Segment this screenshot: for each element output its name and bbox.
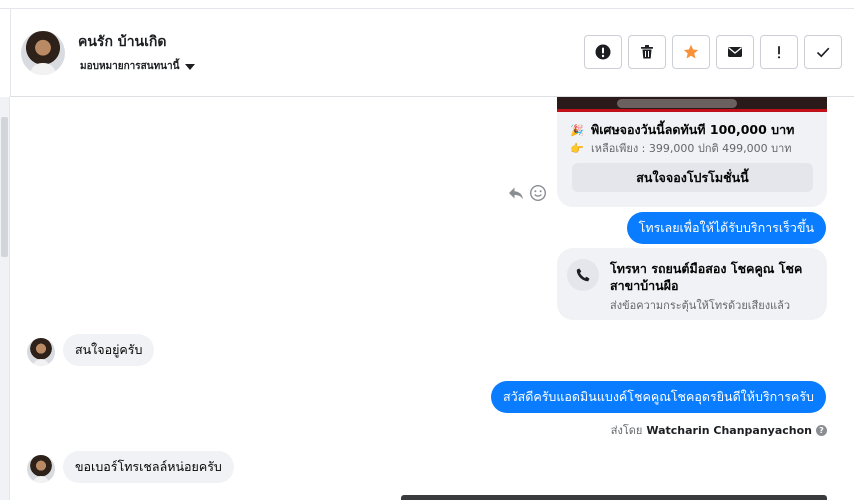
party-popper-icon: 🎉: [570, 123, 584, 137]
contact-avatar-small[interactable]: [27, 338, 55, 366]
caret-down-icon: [185, 63, 196, 70]
sent-by-label: ส่งโดย Watcharin Chanpanyachon ?: [611, 421, 827, 439]
scrollbar-thumb[interactable]: [1, 117, 8, 257]
phone-icon: [567, 259, 599, 291]
star-icon: [683, 44, 699, 59]
promo-price: เหลือเพียง : 399,000 ปกติ 499,000 บาท: [591, 142, 792, 155]
contact-avatar[interactable]: [21, 31, 65, 75]
sent-by-prefix: ส่งโดย: [610, 424, 643, 437]
reply-icon[interactable]: [507, 184, 525, 202]
message-bubble-incoming[interactable]: สนใจอยู่ครับ: [63, 334, 155, 366]
contact-name[interactable]: คนรัก บ้านเกิด: [78, 31, 166, 53]
assign-conversation-dropdown[interactable]: มอบหมายการสนทนานี้: [80, 59, 196, 74]
promo-card: 🎉 พิเศษจองวันนี้ลดทันที 100,000 บาท 👉 เห…: [557, 97, 827, 207]
sent-by-name: Watcharin Chanpanyachon: [646, 423, 812, 437]
help-icon[interactable]: ?: [816, 424, 827, 436]
header-actions: [584, 35, 842, 69]
smiley-icon[interactable]: [529, 184, 547, 202]
conversation-header: คนรัก บ้านเกิด มอบหมายการสนทนานี้: [10, 9, 854, 97]
pointing-hand-icon: 👉: [570, 141, 584, 155]
message-hover-actions: [507, 184, 547, 202]
message-thread: 🎉 พิเศษจองวันนี้ลดทันที 100,000 บาท 👉 เห…: [11, 97, 854, 500]
message-bubble-outgoing[interactable]: สวัสดีครับแอดมินแบงค์โชคคูณโชคอุดรยินดีใ…: [490, 381, 826, 413]
trash-icon: [641, 45, 653, 59]
promo-headline-row: 🎉 พิเศษจองวันนี้ลดทันที 100,000 บาท: [570, 120, 794, 140]
move-to-inbox-button[interactable]: [716, 35, 754, 69]
check-icon: [816, 47, 830, 58]
call-card-title: โทรหา รถยนต์มือสอง โชคคูณ โชค สาขาบ้านผื…: [610, 261, 803, 293]
promo-cta-button[interactable]: สนใจจองโปรโมชั่นนี้: [572, 163, 813, 192]
call-request-card[interactable]: โทรหา รถยนต์มือสอง โชคคูณ โชค สาขาบ้านผื…: [557, 248, 827, 320]
scrollbar-track[interactable]: [0, 97, 10, 500]
call-card-subtitle: ส่งข้อความกระตุ้นให้โทรด้วยเสียงแล้ว: [610, 299, 791, 312]
exclamation-icon: [777, 46, 781, 59]
envelope-icon: [728, 47, 742, 57]
star-button[interactable]: [672, 35, 710, 69]
promo-headline: พิเศษจองวันนี้ลดทันที 100,000 บาท: [591, 122, 795, 137]
promo-price-row: 👉 เหลือเพียง : 399,000 ปกติ 499,000 บาท: [570, 139, 792, 157]
promo-image: [557, 97, 827, 112]
mark-spam-button[interactable]: [584, 35, 622, 69]
delete-button[interactable]: [628, 35, 666, 69]
next-attachment-preview: [401, 495, 827, 500]
follow-up-button[interactable]: [760, 35, 798, 69]
contact-avatar-small[interactable]: [27, 455, 55, 483]
mark-done-button[interactable]: [804, 35, 842, 69]
assign-label: มอบหมายการสนทนานี้: [80, 61, 180, 72]
message-bubble-outgoing[interactable]: โทรเลยเพื่อให้ได้รับบริการเร็วขึ้น: [626, 212, 826, 244]
message-bubble-incoming[interactable]: ขอเบอร์โทรเชลล์หน่อยครับ: [63, 451, 234, 483]
alert-icon: [595, 44, 611, 60]
